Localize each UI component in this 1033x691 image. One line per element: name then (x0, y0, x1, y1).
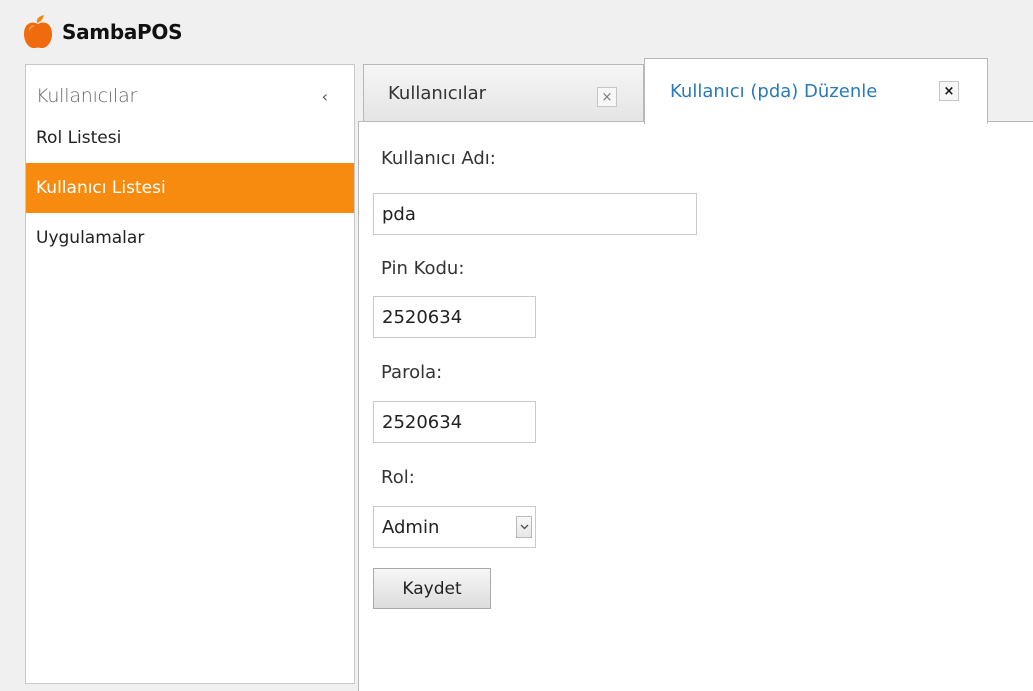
sidebar-item-label: Uygulamalar (36, 228, 145, 248)
sidebar-item-uygulamalar[interactable]: Uygulamalar (26, 213, 354, 263)
sidebar: Kullanıcılar ‹ Rol Listesi Kullanıcı Lis… (25, 64, 355, 684)
pin-label: Pin Kodu: (381, 258, 465, 279)
password-field[interactable] (373, 401, 536, 443)
app-logo: SambaPOS (23, 14, 183, 50)
chevron-left-icon[interactable]: ‹ (322, 87, 328, 106)
chevron-down-icon[interactable] (516, 516, 532, 538)
sidebar-title: Kullanıcılar (36, 85, 138, 107)
tab-label: Kullanıcı (pda) Düzenle (670, 81, 878, 102)
role-label: Rol: (381, 467, 415, 488)
edit-user-form: Kullanıcı Adı: Pin Kodu: Parola: Rol: Ad… (358, 121, 1033, 691)
role-select-value: Admin (382, 516, 440, 538)
sidebar-item-label: Rol Listesi (36, 128, 122, 148)
username-field[interactable] (373, 193, 697, 235)
close-icon[interactable]: × (597, 87, 617, 107)
apple-icon (24, 15, 52, 49)
username-label: Kullanıcı Adı: (381, 148, 496, 169)
save-button[interactable]: Kaydet (373, 568, 491, 609)
close-icon[interactable]: × (939, 81, 959, 101)
app-title: SambaPOS (62, 20, 183, 44)
tab-kullanici-duzenle[interactable]: Kullanıcı (pda) Düzenle × (644, 58, 988, 124)
pin-field[interactable] (373, 296, 536, 338)
tab-kullanicilar[interactable]: Kullanıcılar × (363, 64, 644, 122)
password-label: Parola: (381, 362, 443, 383)
tab-label: Kullanıcılar (388, 82, 487, 104)
sidebar-item-kullanici-listesi[interactable]: Kullanıcı Listesi (26, 163, 354, 213)
role-select[interactable]: Admin (373, 506, 536, 548)
sidebar-item-label: Kullanıcı Listesi (36, 178, 166, 198)
chevron-down-glyph (520, 524, 528, 530)
sidebar-item-rol-listesi[interactable]: Rol Listesi (26, 113, 354, 163)
